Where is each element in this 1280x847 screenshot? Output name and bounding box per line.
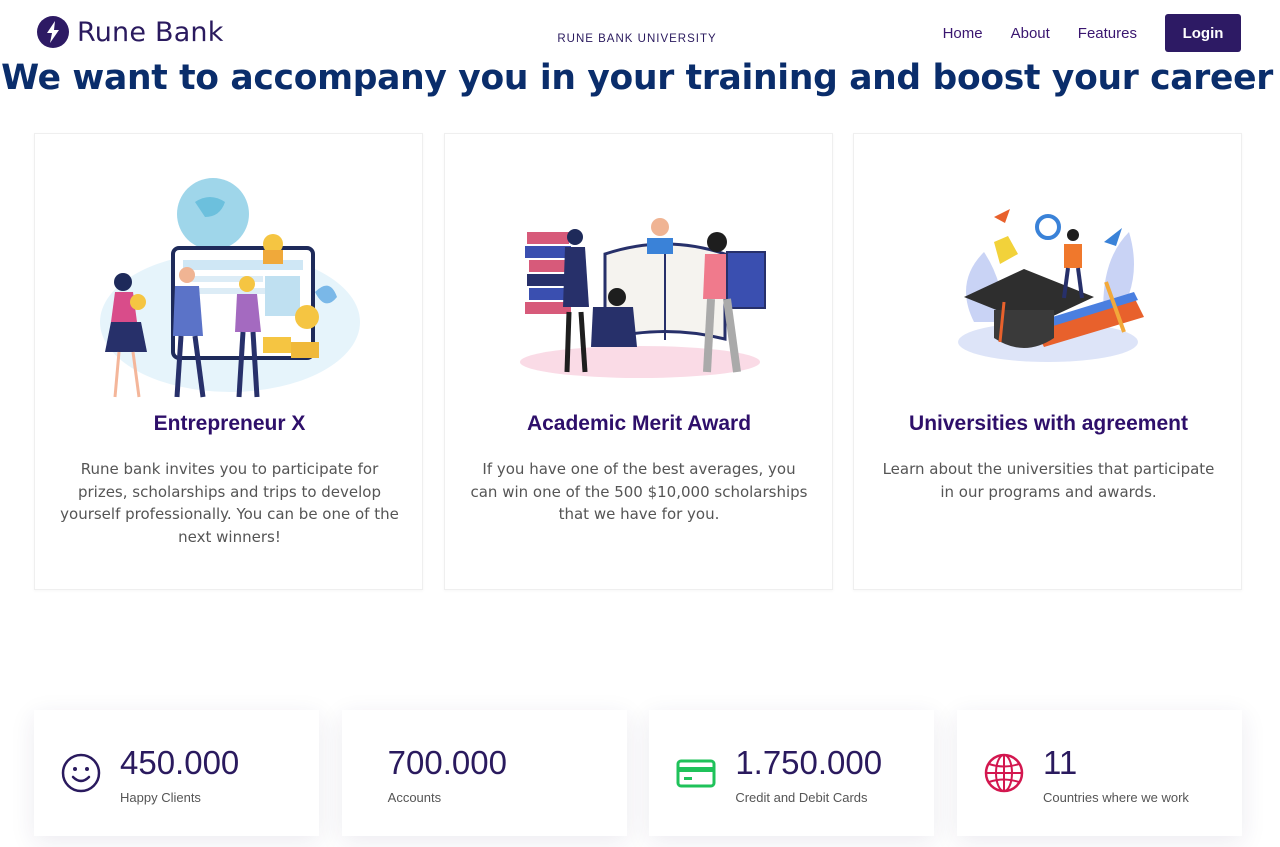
card-universities[interactable]: Universities with agreement Learn about … — [853, 133, 1242, 590]
globe-icon — [984, 753, 1024, 793]
stat-countries: 11 Countries where we work — [956, 710, 1242, 836]
graduation-cap-illustration — [958, 209, 1144, 362]
card-description: If you have one of the best averages, yo… — [470, 460, 808, 523]
stat-value: 1.750.000 — [735, 744, 883, 781]
stat-label: Countries where we work — [1042, 790, 1189, 805]
nav-home[interactable]: Home — [943, 25, 983, 42]
smiley-icon — [61, 753, 101, 793]
credit-card-icon — [676, 759, 716, 788]
card-title: Academic Merit Award — [526, 412, 752, 435]
main-nav: Home About Features Login — [915, 14, 1241, 52]
stat-happy-clients: 450.000 Happy Clients — [34, 710, 319, 836]
stat-value: 700.000 — [387, 744, 507, 781]
card-entrepreneur[interactable]: Entrepreneur X Rune bank invites you to … — [34, 133, 423, 590]
students-reading-illustration — [519, 218, 766, 378]
stat-value: 11 — [1042, 744, 1078, 781]
card-title: Entrepreneur X — [153, 412, 306, 435]
stat-label: Credit and Debit Cards — [735, 790, 868, 805]
stat-cards: 1.750.000 Credit and Debit Cards — [649, 710, 935, 836]
site-header: Rune Bank RUNE BANK UNIVERSITY Home Abou… — [0, 0, 1280, 64]
card-academic-merit[interactable]: Academic Merit Award If you have one of … — [443, 133, 833, 590]
card-description: Learn about the universities that partic… — [882, 460, 1215, 501]
feature-cards: Entrepreneur X Rune bank invites you to … — [34, 133, 1242, 590]
card-title: Universities with agreement — [909, 412, 1188, 435]
nav-features[interactable]: Features — [1078, 25, 1137, 42]
stat-value: 450.000 — [120, 744, 240, 781]
nav-about[interactable]: About — [1011, 25, 1050, 42]
stat-accounts: 700.000 Accounts — [341, 710, 627, 836]
stat-label: Happy Clients — [120, 790, 201, 805]
login-button[interactable]: Login — [1165, 14, 1241, 52]
card-description: Rune bank invites you to participate for… — [60, 460, 399, 546]
team-finance-illustration — [100, 178, 360, 398]
stats-row: 450.000 Happy Clients 700.000 Accounts 1… — [34, 710, 1242, 836]
stat-label: Accounts — [387, 790, 442, 805]
hero-title: We want to accompany you in your trainin… — [1, 58, 1273, 98]
